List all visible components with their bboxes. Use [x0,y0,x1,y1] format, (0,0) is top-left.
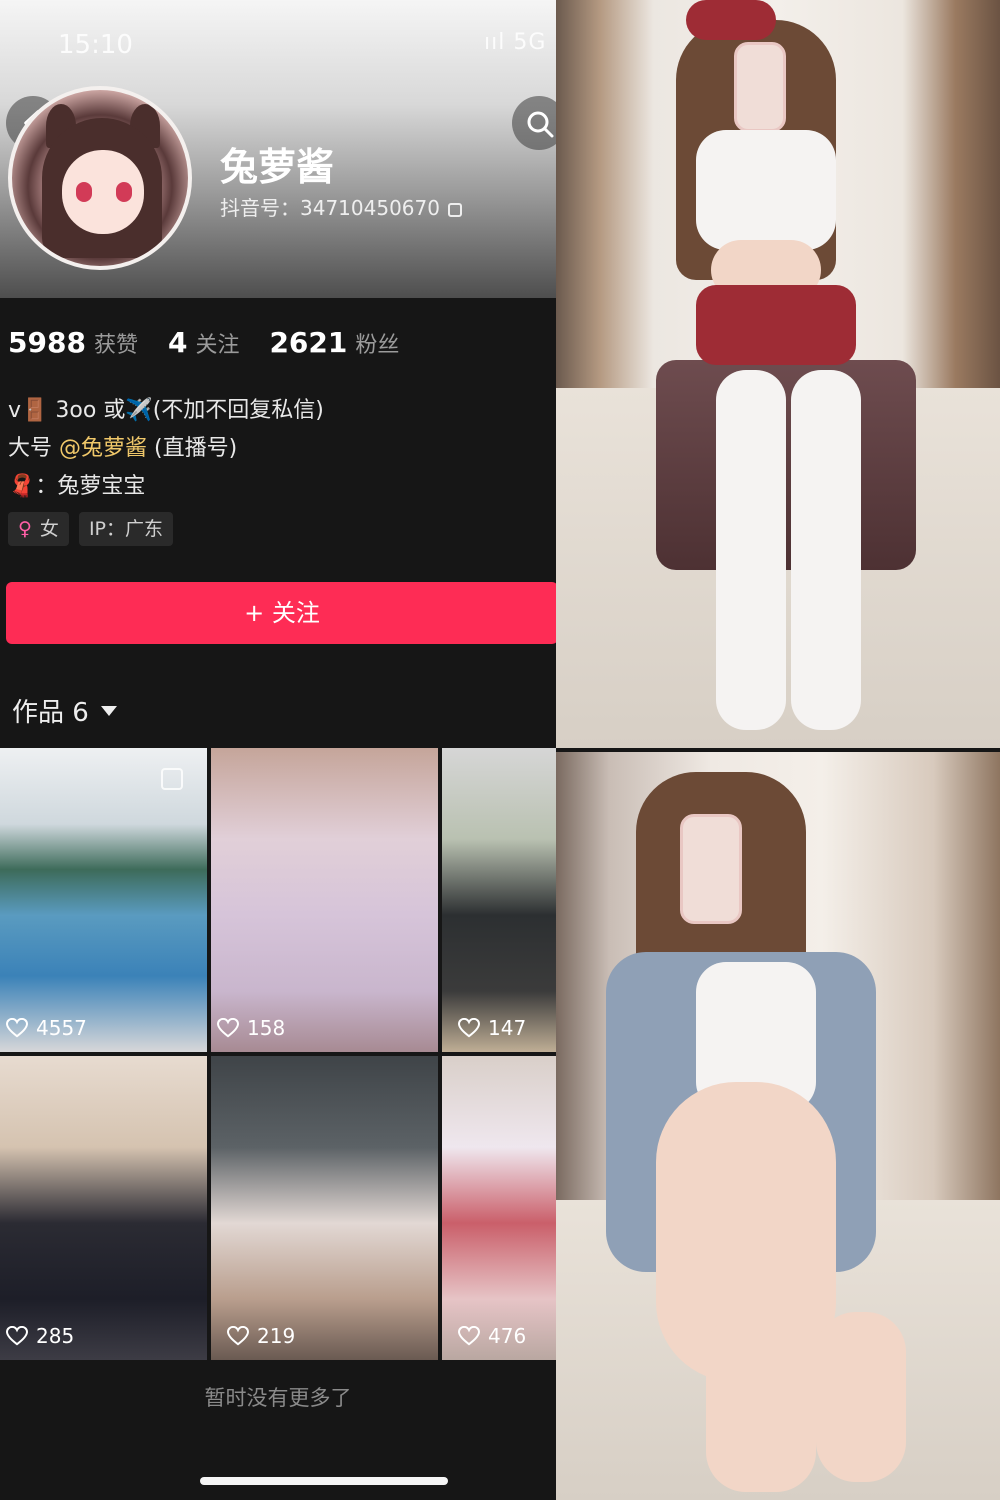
bio-line-1: v🚪 3oo 或✈️(不加不回复私信) [8,398,324,423]
heart-icon [458,1326,480,1346]
gender-tag: ♀ 女 [8,512,69,546]
stat-label: 获赞 [93,333,138,358]
video-thumbnail[interactable]: 476 [442,1056,556,1360]
ip-tag: IP：广东 [78,512,173,546]
like-count-value: 285 [36,1324,75,1348]
search-button[interactable] [512,96,556,150]
heart-icon [458,1018,480,1038]
no-more-text: 暂时没有更多了 [204,1386,352,1410]
stat-label: 关注 [195,333,240,358]
video-thumbnail[interactable]: 219 [211,1056,438,1360]
stat-followers[interactable]: 2621 粉丝 [269,326,399,359]
works-tab[interactable]: 作品 6 [12,692,117,729]
video-thumbnail[interactable]: 285 [0,1056,207,1360]
avatar[interactable] [8,86,192,270]
username: 兔萝酱 [220,145,335,189]
stat-following[interactable]: 4 关注 [168,326,240,359]
search-icon [527,111,554,138]
heart-icon [217,1018,239,1038]
stat-value: 2621 [269,326,348,359]
like-count: 4557 [6,1016,87,1040]
douyin-id-text: 抖音号：34710450670 [220,196,440,220]
douyin-id: 抖音号：34710450670 [220,192,462,221]
like-count-value: 476 [488,1324,527,1348]
bio-line-2: 大号 @兔萝酱 (直播号) [8,430,324,468]
like-count: 158 [217,1016,285,1040]
like-count-value: 219 [257,1324,296,1348]
video-thumbnail[interactable]: 4557 [0,748,207,1052]
stat-likes[interactable]: 5988 获赞 [8,326,138,359]
heart-icon [6,1018,28,1038]
home-indicator[interactable] [200,1477,448,1485]
follow-button[interactable]: + 关注 [6,582,556,644]
like-count: 219 [227,1324,295,1348]
status-time: 15:10 [58,30,133,60]
video-thumbnail[interactable]: 147 [442,748,556,1052]
bio-line-2-prefix: 大号 [8,436,53,461]
like-count: 147 [458,1016,526,1040]
profile-screenshot: 15:10 ııl 5G 兔萝酱 抖音号：34710450670 5988 获赞… [0,0,556,1500]
bio-line-3: 🧣：兔萝宝宝 [8,474,146,499]
chevron-down-icon [100,705,117,716]
gender-label: 女 [39,518,59,540]
profile-bio: v🚪 3oo 或✈️(不加不回复私信) 大号 @兔萝酱 (直播号) 🧣：兔萝宝宝 [8,392,324,506]
multi-image-icon [161,768,183,790]
profile-header: 15:10 ııl 5G 兔萝酱 抖音号：34710450670 [0,0,556,298]
heart-icon [6,1326,28,1346]
bio-line-2-suffix: (直播号) [154,436,238,461]
signal-indicator: ııl 5G [484,30,547,55]
stat-value: 4 [167,326,188,359]
profile-stats: 5988 获赞 4 关注 2621 粉丝 [8,326,429,359]
photo-top [556,0,1000,748]
stat-value: 5988 [8,326,86,359]
stat-label: 粉丝 [355,333,400,358]
like-count-value: 4557 [36,1016,87,1040]
copy-icon[interactable] [447,202,462,217]
profile-tags: ♀ 女 IP：广东 [8,512,183,546]
like-count: 285 [6,1324,74,1348]
video-thumbnail[interactable]: 158 [211,748,438,1052]
heart-icon [227,1326,249,1346]
works-label: 作品 6 [12,698,89,728]
female-icon: ♀ [18,518,32,540]
like-count-value: 158 [247,1016,286,1040]
mention-link[interactable]: @兔萝酱 [59,436,147,461]
like-count: 476 [458,1324,526,1348]
like-count-value: 147 [488,1016,527,1040]
photo-bottom [556,752,1000,1500]
